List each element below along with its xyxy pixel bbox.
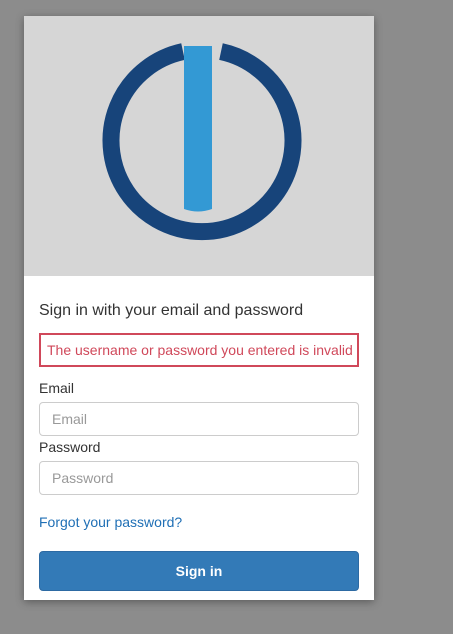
error-message: The username or password you entered is … [39,333,359,367]
password-field[interactable] [39,461,359,495]
password-label: Password [39,439,101,455]
forgot-password-link[interactable]: Forgot your password? [39,514,182,530]
logo-bar [184,46,212,212]
ioBroker-logo-icon [102,43,302,241]
email-label: Email [39,380,75,396]
form-heading: Sign in with your email and password [39,302,304,319]
sign-in-button[interactable]: Sign in [39,551,359,591]
logo-banner [24,16,374,276]
email-field[interactable] [39,402,359,436]
login-card: Sign in with your email and password The… [24,16,374,600]
